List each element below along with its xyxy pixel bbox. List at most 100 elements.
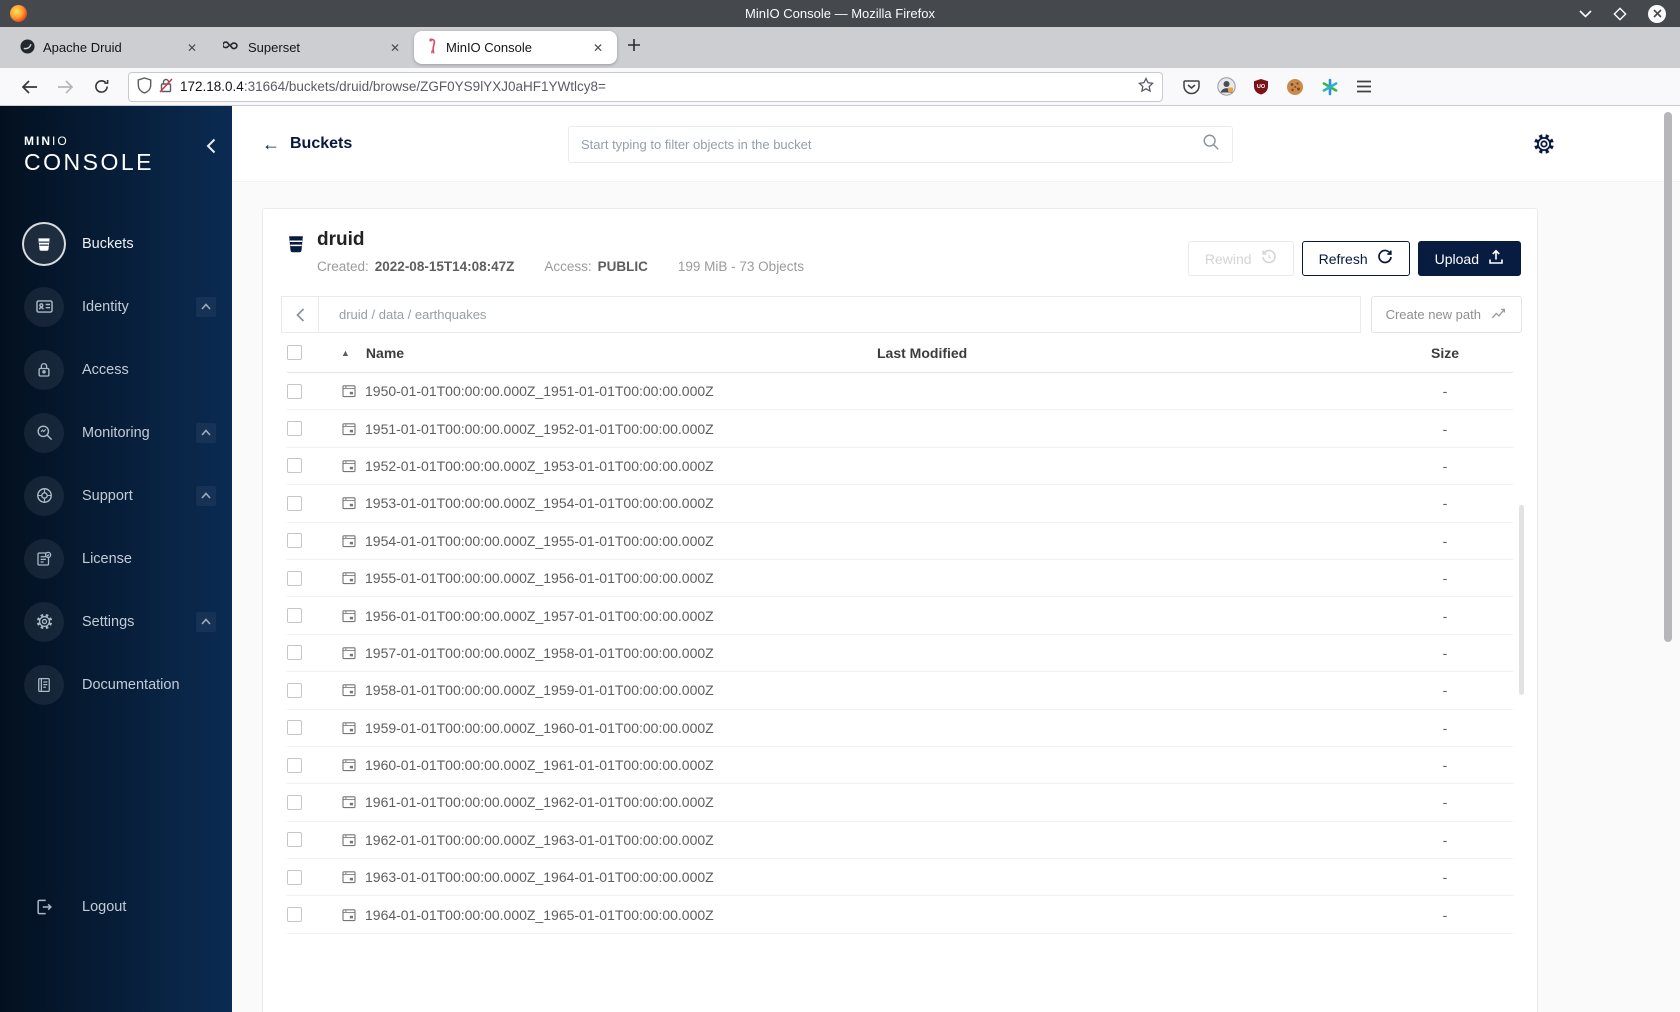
object-filter-input[interactable]: [581, 137, 1202, 152]
object-name[interactable]: 1955-01-01T00:00:00.000Z_1956-01-01T00:0…: [365, 570, 714, 586]
object-name[interactable]: 1958-01-01T00:00:00.000Z_1959-01-01T00:0…: [365, 682, 714, 698]
gear-icon[interactable]: [1532, 132, 1556, 161]
column-header-size[interactable]: Size: [1377, 345, 1513, 361]
forward-icon[interactable]: [50, 73, 80, 101]
tab-close-icon[interactable]: ✕: [183, 39, 201, 57]
cookie-icon[interactable]: [1286, 78, 1304, 96]
page-scrollbar[interactable]: [1664, 112, 1672, 642]
object-name[interactable]: 1957-01-01T00:00:00.000Z_1958-01-01T00:0…: [365, 645, 714, 661]
bucket-browser-card: druid Created: 2022-08-15T14:08:47Z Acce…: [262, 208, 1538, 1012]
back-icon[interactable]: [14, 73, 44, 101]
object-name[interactable]: 1954-01-01T00:00:00.000Z_1955-01-01T00:0…: [365, 533, 714, 549]
row-checkbox[interactable]: [287, 832, 302, 848]
row-checkbox[interactable]: [287, 645, 302, 661]
sidebar-item-documentation[interactable]: Documentation: [0, 653, 232, 716]
sidebar-collapse-icon[interactable]: [206, 138, 216, 159]
access-icon: [24, 349, 64, 390]
sidebar-item-logout[interactable]: Logout: [0, 875, 232, 938]
object-row[interactable]: 1954-01-01T00:00:00.000Z_1955-01-01T00:0…: [287, 523, 1513, 560]
back-to-buckets[interactable]: ← Buckets: [262, 135, 352, 153]
row-checkbox[interactable]: [287, 570, 302, 586]
chevron-up-icon[interactable]: [196, 296, 216, 317]
object-row[interactable]: 1959-01-01T00:00:00.000Z_1960-01-01T00:0…: [287, 710, 1513, 747]
chevron-up-icon[interactable]: [196, 422, 216, 443]
row-checkbox[interactable]: [287, 720, 302, 736]
refresh-button[interactable]: Refresh: [1301, 241, 1410, 276]
object-row[interactable]: 1964-01-01T00:00:00.000Z_1965-01-01T00:0…: [287, 896, 1513, 934]
row-checkbox[interactable]: [287, 757, 302, 773]
sidebar-item-settings[interactable]: Settings: [0, 590, 232, 653]
row-checkbox[interactable]: [287, 421, 302, 437]
column-header-name[interactable]: ▲ Name: [341, 345, 877, 361]
bookmark-star-icon[interactable]: [1137, 76, 1155, 96]
object-name[interactable]: 1963-01-01T00:00:00.000Z_1964-01-01T00:0…: [365, 869, 714, 885]
row-checkbox[interactable]: [287, 682, 302, 698]
list-scrollbar[interactable]: [1519, 505, 1524, 695]
column-header-last-modified[interactable]: Last Modified: [877, 345, 1377, 361]
tab-minio-console[interactable]: MinIO Console ✕: [414, 31, 617, 64]
object-row[interactable]: 1960-01-01T00:00:00.000Z_1961-01-01T00:0…: [287, 747, 1513, 785]
object-name[interactable]: 1961-01-01T00:00:00.000Z_1962-01-01T00:0…: [365, 794, 714, 810]
row-checkbox[interactable]: [287, 533, 302, 549]
object-row[interactable]: 1955-01-01T00:00:00.000Z_1956-01-01T00:0…: [287, 560, 1513, 598]
hamburger-menu-icon[interactable]: [1356, 80, 1372, 93]
object-name[interactable]: 1956-01-01T00:00:00.000Z_1957-01-01T00:0…: [365, 608, 714, 624]
asterisk-extension-icon[interactable]: [1321, 78, 1339, 96]
sidebar-item-access[interactable]: Access: [0, 338, 232, 401]
row-checkbox[interactable]: [287, 869, 302, 885]
breadcrumb[interactable]: druid / data / earthquakes: [319, 307, 486, 322]
object-name[interactable]: 1953-01-01T00:00:00.000Z_1954-01-01T00:0…: [365, 495, 714, 511]
select-all-checkbox[interactable]: [287, 345, 302, 360]
ublock-icon[interactable]: UO: [1253, 78, 1269, 95]
account-extension-icon[interactable]: [1217, 77, 1236, 96]
tab-apache-druid[interactable]: Apache Druid ✕: [8, 31, 211, 64]
chevron-up-icon[interactable]: [196, 485, 216, 506]
tab-close-icon[interactable]: ✕: [589, 39, 607, 57]
object-row[interactable]: 1958-01-01T00:00:00.000Z_1959-01-01T00:0…: [287, 672, 1513, 710]
object-row[interactable]: 1956-01-01T00:00:00.000Z_1957-01-01T00:0…: [287, 597, 1513, 635]
sidebar-item-buckets[interactable]: Buckets: [0, 212, 232, 275]
create-new-path-button[interactable]: Create new path: [1370, 296, 1522, 333]
lock-disabled-icon[interactable]: [159, 77, 173, 97]
object-name[interactable]: 1960-01-01T00:00:00.000Z_1961-01-01T00:0…: [365, 757, 714, 773]
row-checkbox[interactable]: [287, 495, 302, 511]
row-checkbox[interactable]: [287, 458, 302, 474]
tab-superset[interactable]: Superset ✕: [211, 31, 414, 64]
object-name[interactable]: 1962-01-01T00:00:00.000Z_1963-01-01T00:0…: [365, 832, 714, 848]
row-checkbox[interactable]: [287, 907, 302, 923]
breadcrumb-back-icon[interactable]: [282, 297, 319, 332]
object-row[interactable]: 1962-01-01T00:00:00.000Z_1963-01-01T00:0…: [287, 822, 1513, 860]
window-minimize-icon[interactable]: [1579, 9, 1592, 18]
window-maximize-icon[interactable]: [1613, 6, 1627, 21]
object-name[interactable]: 1951-01-01T00:00:00.000Z_1952-01-01T00:0…: [365, 421, 714, 437]
object-size: -: [1442, 532, 1448, 549]
window-close-icon[interactable]: [1648, 4, 1666, 23]
object-row[interactable]: 1957-01-01T00:00:00.000Z_1958-01-01T00:0…: [287, 635, 1513, 673]
upload-button[interactable]: Upload: [1417, 241, 1521, 276]
tab-close-icon[interactable]: ✕: [386, 39, 404, 57]
object-row[interactable]: 1952-01-01T00:00:00.000Z_1953-01-01T00:0…: [287, 448, 1513, 486]
sidebar-item-identity[interactable]: Identity: [0, 275, 232, 338]
pocket-icon[interactable]: [1183, 79, 1200, 95]
row-checkbox[interactable]: [287, 608, 302, 624]
sidebar-item-support[interactable]: Support: [0, 464, 232, 527]
object-name[interactable]: 1950-01-01T00:00:00.000Z_1951-01-01T00:0…: [365, 383, 714, 399]
rewind-button[interactable]: Rewind: [1187, 241, 1294, 276]
object-name[interactable]: 1964-01-01T00:00:00.000Z_1965-01-01T00:0…: [365, 907, 714, 923]
object-row[interactable]: 1963-01-01T00:00:00.000Z_1964-01-01T00:0…: [287, 859, 1513, 897]
row-checkbox[interactable]: [287, 383, 302, 399]
object-row[interactable]: 1961-01-01T00:00:00.000Z_1962-01-01T00:0…: [287, 784, 1513, 822]
object-row[interactable]: 1951-01-01T00:00:00.000Z_1952-01-01T00:0…: [287, 410, 1513, 448]
sidebar-item-monitoring[interactable]: Monitoring: [0, 401, 232, 464]
object-name[interactable]: 1959-01-01T00:00:00.000Z_1960-01-01T00:0…: [365, 720, 714, 736]
object-row[interactable]: 1950-01-01T00:00:00.000Z_1951-01-01T00:0…: [287, 373, 1513, 411]
object-row[interactable]: 1953-01-01T00:00:00.000Z_1954-01-01T00:0…: [287, 485, 1513, 523]
object-name[interactable]: 1952-01-01T00:00:00.000Z_1953-01-01T00:0…: [365, 458, 714, 474]
reload-icon[interactable]: [86, 73, 116, 101]
url-bar[interactable]: 172.18.0.4:31664/buckets/druid/browse/ZG…: [128, 71, 1163, 102]
chevron-up-icon[interactable]: [196, 611, 216, 632]
row-checkbox[interactable]: [287, 794, 302, 810]
new-tab-button[interactable]: [627, 38, 641, 57]
shield-icon[interactable]: [137, 76, 152, 97]
sidebar-item-license[interactable]: License: [0, 527, 232, 590]
